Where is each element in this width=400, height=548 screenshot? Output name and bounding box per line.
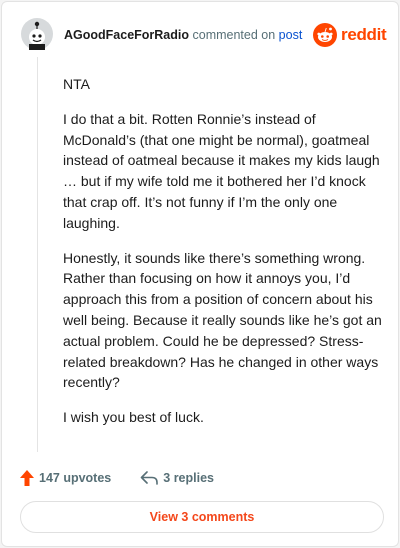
- replies-button[interactable]: 3 replies: [140, 471, 214, 485]
- comment-card: AGoodFaceForRadio commented on post redd…: [1, 1, 399, 547]
- replies-count: 3 replies: [163, 471, 214, 485]
- avatar-icon[interactable]: [21, 18, 53, 50]
- reddit-wordmark: reddit: [341, 25, 387, 44]
- comment-paragraph: I wish you best of luck.: [63, 409, 204, 426]
- post-link[interactable]: post: [279, 28, 303, 42]
- comment-actions: 147 upvotes 3 replies: [20, 468, 214, 488]
- upvote-button[interactable]: 147 upvotes: [20, 470, 111, 486]
- author-line: AGoodFaceForRadio commented on post: [64, 28, 302, 42]
- upvote-count: 147 upvotes: [39, 471, 112, 485]
- reddit-logo-icon: [313, 23, 337, 47]
- author-name[interactable]: AGoodFaceForRadio: [64, 28, 189, 42]
- comment-paragraph: I do that a bit. Rotten Ronnie’s instead…: [63, 110, 380, 231]
- upvote-arrow-icon: [20, 470, 34, 486]
- reply-arrow-icon: [140, 471, 159, 485]
- comment-header: AGoodFaceForRadio commented on post redd…: [2, 2, 398, 68]
- comment-paragraph: NTA: [63, 76, 90, 92]
- action-text: commented on: [192, 28, 276, 42]
- thread-line: [37, 57, 38, 452]
- view-comments-button[interactable]: View 3 comments: [20, 501, 384, 533]
- comment-body: NTA I do that a bit. Rotten Ronnie’s ins…: [63, 74, 388, 442]
- comment-paragraph: Honestly, it sounds like there’s somethi…: [63, 249, 382, 391]
- reddit-logo[interactable]: reddit: [313, 22, 387, 48]
